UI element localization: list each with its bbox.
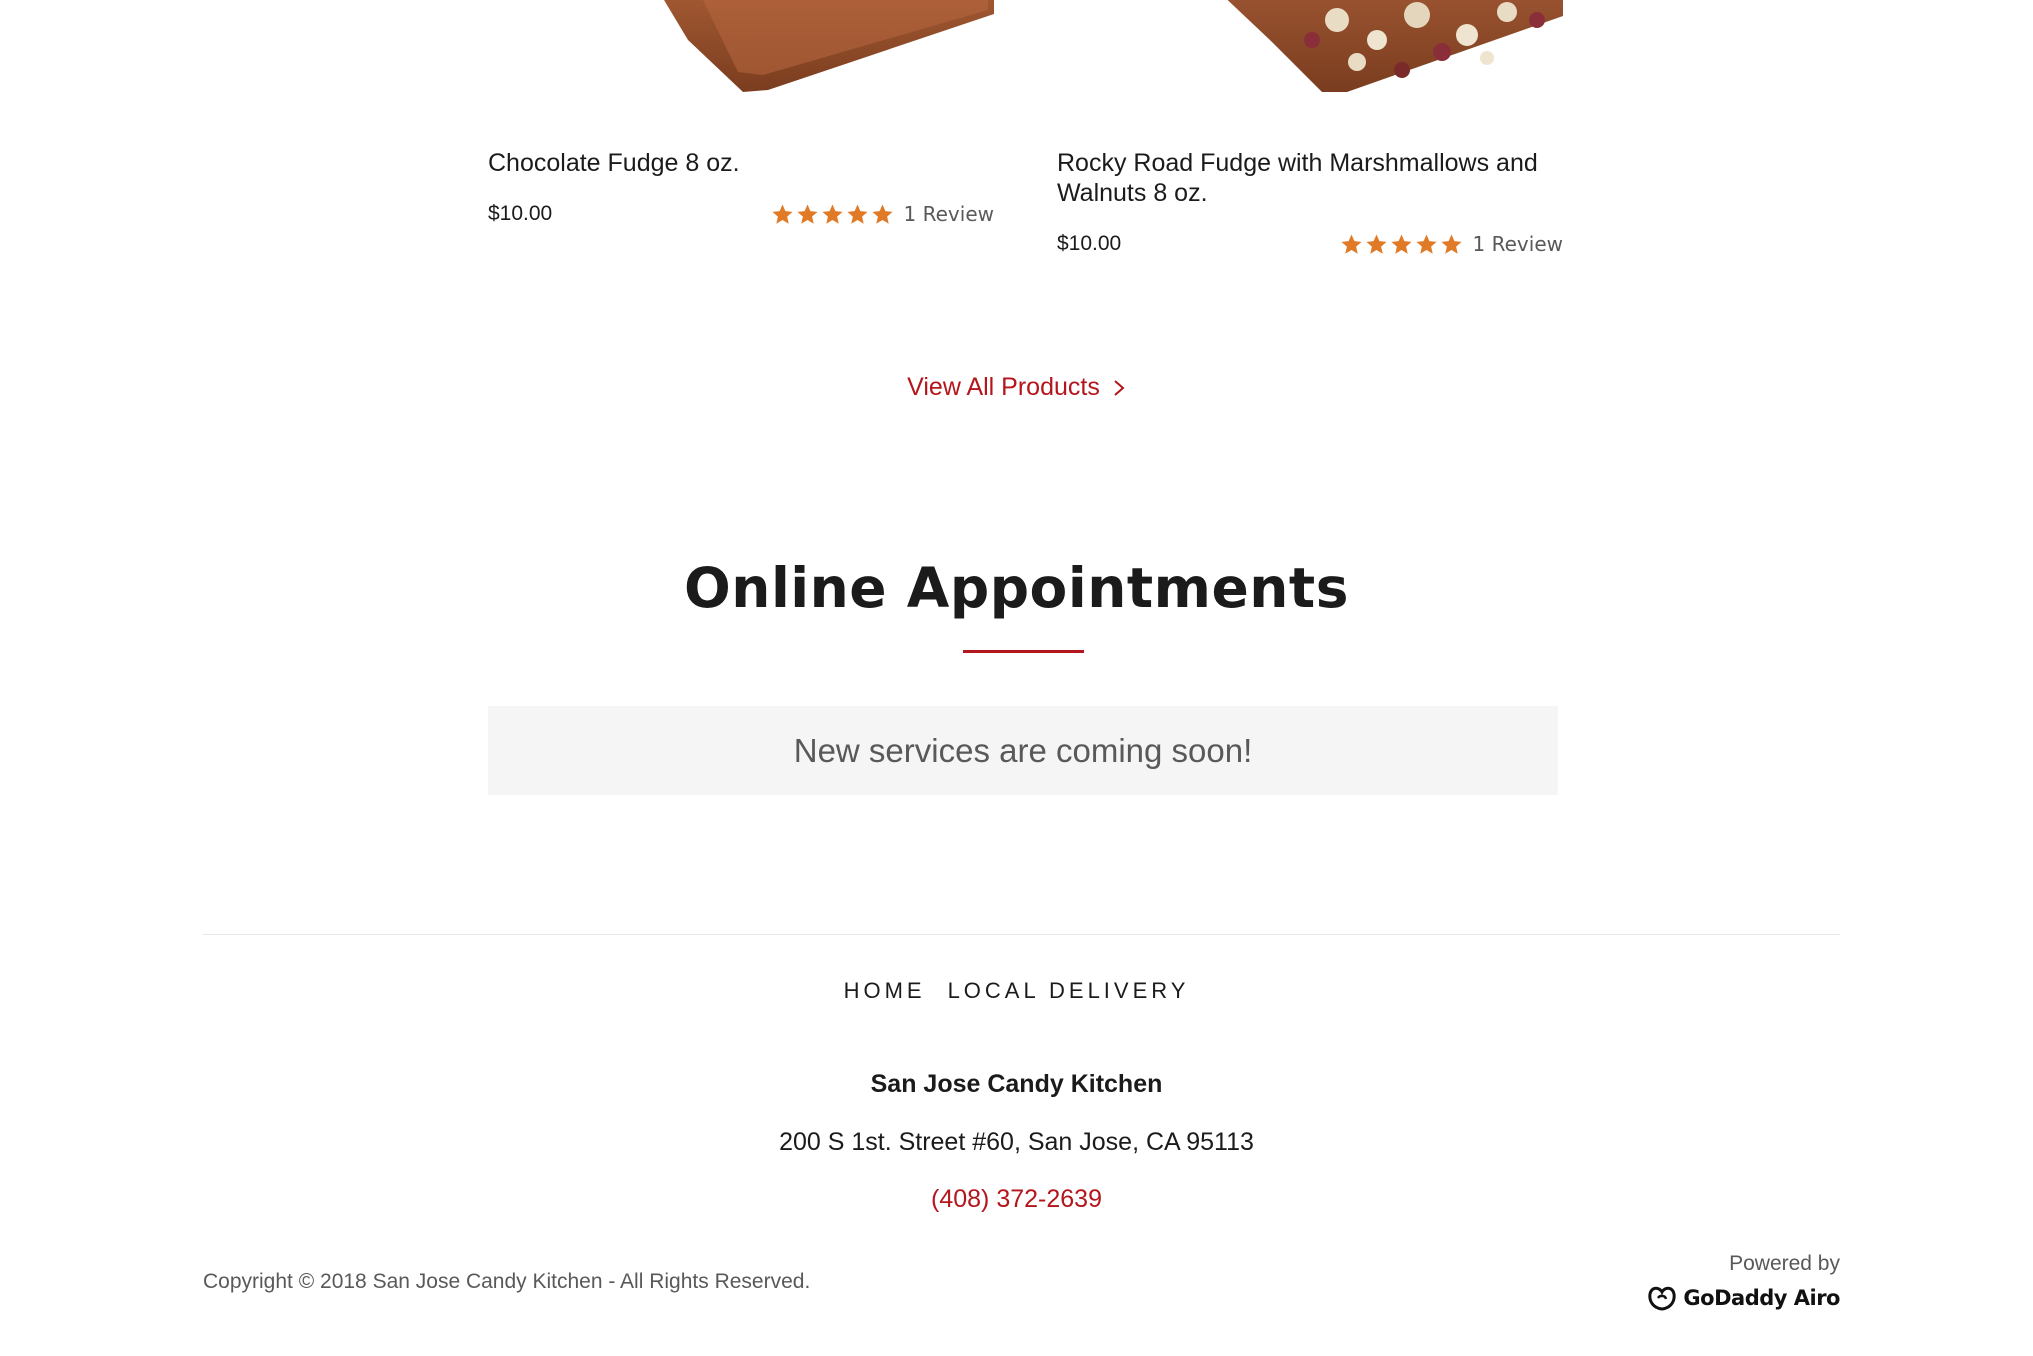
section-title: Online Appointments <box>684 556 1349 620</box>
appointments-notice: New services are coming soon! <box>488 706 1558 795</box>
rocky-road-fudge-image <box>1227 0 1563 92</box>
product-image-rocky-road-fudge[interactable] <box>1057 0 1563 96</box>
product-price: $10.00 <box>488 202 553 225</box>
star-icon <box>1390 233 1412 254</box>
star-rating <box>1340 233 1463 256</box>
star-icon <box>821 203 843 224</box>
star-icon <box>1365 233 1387 254</box>
godaddy-airo-wordmark: GoDaddy Airo <box>1683 1286 1840 1310</box>
product-image-chocolate-fudge[interactable] <box>488 0 994 96</box>
review-count: 1 Review <box>1472 232 1563 256</box>
godaddy-airo-logo-link[interactable]: GoDaddy Airo <box>1647 1284 1840 1312</box>
product-title[interactable]: Chocolate Fudge 8 oz. <box>488 148 994 178</box>
powered-by-label: Powered by <box>1729 1252 1840 1275</box>
copyright-text: Copyright © 2018 San Jose Candy Kitchen … <box>203 1270 811 1293</box>
title-underline <box>963 650 1084 653</box>
star-icon <box>771 203 793 224</box>
product-rating[interactable]: 1 Review <box>771 202 994 226</box>
price-row: $10.00 1 Review <box>488 202 994 226</box>
view-all-container: View All Products <box>0 373 2033 402</box>
star-icon <box>846 203 868 224</box>
footer-nav-home[interactable]: HOME <box>844 978 926 1004</box>
footer-nav-local-delivery[interactable]: LOCAL DELIVERY <box>948 978 1190 1004</box>
star-icon <box>1415 233 1437 254</box>
review-count: 1 Review <box>903 202 994 226</box>
phone-link[interactable]: (408) 372-2639 <box>931 1185 1102 1213</box>
notice-text: New services are coming soon! <box>793 731 1253 769</box>
product-rating[interactable]: 1 Review <box>1340 232 1563 256</box>
product-price: $10.00 <box>1057 232 1122 255</box>
product-title[interactable]: Rocky Road Fudge with Marshmallows and W… <box>1057 148 1563 208</box>
view-all-products-label: View All Products <box>907 373 1100 401</box>
footer-divider <box>203 934 1840 935</box>
star-rating <box>771 203 894 226</box>
view-all-products-link[interactable]: View All Products <box>907 373 1126 402</box>
star-icon <box>796 203 818 224</box>
godaddy-logo-icon <box>1648 1286 1677 1311</box>
phone-container: (408) 372-2639 <box>0 1185 2033 1214</box>
star-icon <box>1440 233 1462 254</box>
business-address: 200 S 1st. Street #60, San Jose, CA 9511… <box>779 1128 1254 1156</box>
powered-by: Powered by GoDaddy Airo <box>1647 1252 1840 1317</box>
chevron-right-icon <box>1114 379 1125 396</box>
price-row: $10.00 1 Review <box>1057 232 1563 256</box>
business-name: San Jose Candy Kitchen <box>870 1070 1163 1098</box>
chocolate-fudge-image <box>664 0 994 92</box>
footer-nav: HOME LOCAL DELIVERY <box>0 978 2033 1004</box>
star-icon <box>1340 233 1362 254</box>
page: Chocolate Fudge 8 oz. $10.00 1 Review Ro… <box>0 0 2033 1356</box>
product-card: Rocky Road Fudge with Marshmallows and W… <box>1057 148 1563 256</box>
star-icon <box>871 203 893 224</box>
product-card: Chocolate Fudge 8 oz. $10.00 1 Review <box>488 148 994 226</box>
